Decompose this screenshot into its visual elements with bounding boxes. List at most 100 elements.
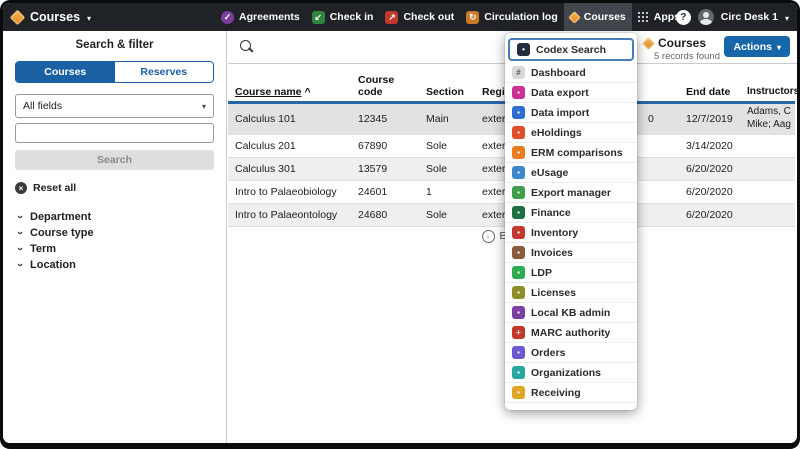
apps-menu-item[interactable]: ▪ Invoices <box>505 243 637 263</box>
app-brand[interactable]: Courses <box>12 3 91 31</box>
search-segment-tabs: Courses Reserves <box>15 61 214 83</box>
filter-accordions: Department Course type Term Loca <box>15 209 214 273</box>
filter-accordion[interactable]: Term <box>15 241 214 257</box>
cell-course-name: Calculus 301 <box>235 158 353 180</box>
nav-check-out-button[interactable]: ↗ Check out <box>379 3 460 31</box>
cell-course-name: Intro to Palaeontology <box>235 204 353 226</box>
avatar[interactable] <box>698 9 714 25</box>
cell-partially-hidden: 0 <box>648 104 682 134</box>
app-icon: ▪ <box>512 86 525 99</box>
help-icon[interactable]: ? <box>676 10 691 25</box>
pane-title: Search & filter <box>15 39 214 51</box>
apps-menu-item[interactable]: ▪ Export manager <box>505 183 637 203</box>
apps-menu-item[interactable]: ▪ ERM comparisons <box>505 143 637 163</box>
nav-check-in-label: Check in <box>330 11 374 23</box>
apps-menu-item[interactable]: ▪ LDP <box>505 263 637 283</box>
chevron-down-icon <box>87 8 91 26</box>
app-icon: • <box>517 43 530 56</box>
apps-menu-item-label: Data export <box>531 87 589 99</box>
apps-menu-item[interactable]: ▪ Data import <box>505 103 637 123</box>
app-icon: ▪ <box>512 366 525 379</box>
apps-menu-item[interactable]: ▪ eUsage <box>505 163 637 183</box>
apps-menu-item[interactable]: ▪ Inventory <box>505 223 637 243</box>
apps-menu-item[interactable]: ▪ Local KB admin <box>505 303 637 323</box>
search-icon[interactable] <box>240 40 251 51</box>
reset-all-button[interactable]: Reset all <box>15 182 214 194</box>
app-title: Courses <box>30 10 80 24</box>
filter-accordion[interactable]: Department <box>15 209 214 225</box>
apps-menu-item[interactable]: ▪ Data export <box>505 83 637 103</box>
apps-menu-item[interactable]: ▪ Receiving <box>505 383 637 403</box>
apps-menu-item-label: Invoices <box>531 247 573 259</box>
apps-menu-item-label: Orders <box>531 347 565 359</box>
cell-section: Sole <box>426 204 478 226</box>
apps-menu-item-label: eUsage <box>531 167 568 179</box>
column-header-section[interactable]: Section <box>426 86 478 98</box>
cell-course-name: Calculus 201 <box>235 135 353 157</box>
chevron-down-icon <box>15 211 24 223</box>
apps-menu-item[interactable]: • Codex Search <box>508 38 634 61</box>
chevron-down-icon[interactable] <box>785 8 789 26</box>
folio-logo-icon <box>10 9 26 25</box>
column-header-course-code[interactable]: Course code <box>358 74 404 98</box>
apps-menu-item-label: Dashboard <box>531 67 586 79</box>
nav-check-in-button[interactable]: ↙ Check in <box>306 3 380 31</box>
apps-menu-item[interactable]: ▪ Organizations <box>505 363 637 383</box>
apps-menu-item-label: Export manager <box>531 187 611 199</box>
apps-menu-item[interactable]: # Dashboard <box>505 63 637 83</box>
tab-courses[interactable]: Courses <box>16 62 115 82</box>
chevron-down-icon <box>15 243 24 255</box>
sort-asc-icon: ^ <box>305 86 311 98</box>
reset-icon <box>15 182 27 194</box>
search-input[interactable] <box>15 123 214 143</box>
cell-instructors <box>747 158 796 180</box>
apps-menu-item[interactable]: ▪ Licenses <box>505 283 637 303</box>
nav-agreements-label: Agreements <box>239 11 300 23</box>
column-header-instructors[interactable]: Instructors <box>747 84 796 99</box>
apps-menu-item-label: eHoldings <box>531 127 582 139</box>
chevron-down-icon <box>777 41 781 53</box>
apps-menu-item-label: ERM comparisons <box>531 147 623 159</box>
app-icon: + <box>512 326 525 339</box>
cell-instructors <box>747 204 796 226</box>
cell-end-date: 6/20/2020 <box>686 158 746 180</box>
apps-menu-item-label: MARC authority <box>531 327 610 339</box>
apps-menu-item[interactable]: + MARC authority <box>505 323 637 343</box>
top-nav: ✓ Agreements ↙ Check in ↗ Check out ↻ Ci… <box>215 3 695 31</box>
actions-button[interactable]: Actions <box>724 36 790 57</box>
nav-circulation-log-button[interactable]: ↻ Circulation log <box>460 3 564 31</box>
apps-menu-item[interactable]: ▪ Orders <box>505 343 637 363</box>
apps-menu-item-label: Data import <box>531 107 589 119</box>
apps-menu-item-label: Codex Search <box>536 44 606 56</box>
app-icon: ▪ <box>512 246 525 259</box>
cell-course-code: 24601 <box>358 181 416 203</box>
cell-partially-hidden <box>648 158 682 180</box>
column-header-end-date[interactable]: End date <box>686 86 746 98</box>
apps-menu-item-label: Finance <box>531 207 571 219</box>
field-select[interactable]: All fields <box>15 94 214 118</box>
column-header-course-name[interactable]: Course name^ <box>235 86 353 98</box>
search-button[interactable]: Search <box>15 150 214 170</box>
apps-menu-item[interactable]: ▪ Finance <box>505 203 637 223</box>
nav-courses-button[interactable]: Courses <box>564 3 632 31</box>
filter-accordion[interactable]: Location <box>15 257 214 273</box>
cell-section: Sole <box>426 135 478 157</box>
window-frame: Courses ✓ Agreements ↙ Check in ↗ Check … <box>0 0 800 449</box>
chevron-down-icon <box>15 259 24 271</box>
results-title-label: Courses <box>658 36 706 50</box>
apps-menu-item[interactable]: ▪ eHoldings <box>505 123 637 143</box>
user-name: Circ Desk 1 <box>721 11 778 23</box>
filter-accordion[interactable]: Course type <box>15 225 214 241</box>
apps-grid-icon <box>638 12 649 23</box>
tab-reserves[interactable]: Reserves <box>115 62 214 82</box>
app-icon: ▪ <box>512 146 525 159</box>
app-screen: Courses ✓ Agreements ↙ Check in ↗ Check … <box>3 3 797 443</box>
apps-menu-item-label: Inventory <box>531 227 578 239</box>
nav-agreements-button[interactable]: ✓ Agreements <box>215 3 306 31</box>
chevron-down-icon <box>202 100 206 112</box>
nav-courses-label: Courses <box>584 11 626 23</box>
courses-icon <box>642 37 655 50</box>
accordion-label: Course type <box>30 227 94 239</box>
app-icon: ▪ <box>512 206 525 219</box>
top-bar: Courses ✓ Agreements ↙ Check in ↗ Check … <box>3 3 797 31</box>
